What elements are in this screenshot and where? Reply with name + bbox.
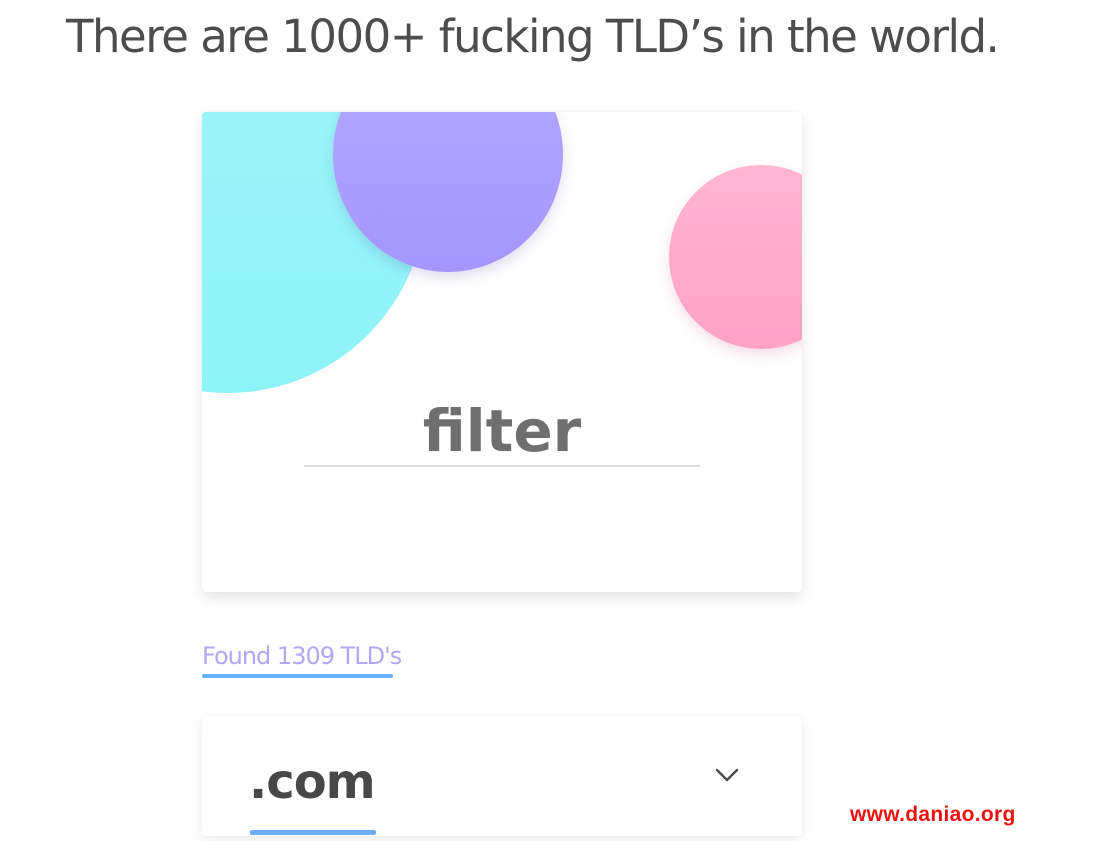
filter-input[interactable] [304,397,700,467]
tld-name-underline [250,830,376,835]
filter-card [202,112,802,592]
chevron-down-icon[interactable] [714,766,740,784]
tld-name: .com [249,754,376,810]
found-count-underline [202,674,393,678]
tld-card-com[interactable]: .com [202,716,802,836]
page-headline: There are 1000+ fucking TLD’s in the wor… [66,10,1000,63]
found-count-text: Found 1309 TLD's [202,642,402,670]
watermark-text: www.daniao.org [850,803,1016,826]
decorative-pink-bubble [669,165,802,349]
